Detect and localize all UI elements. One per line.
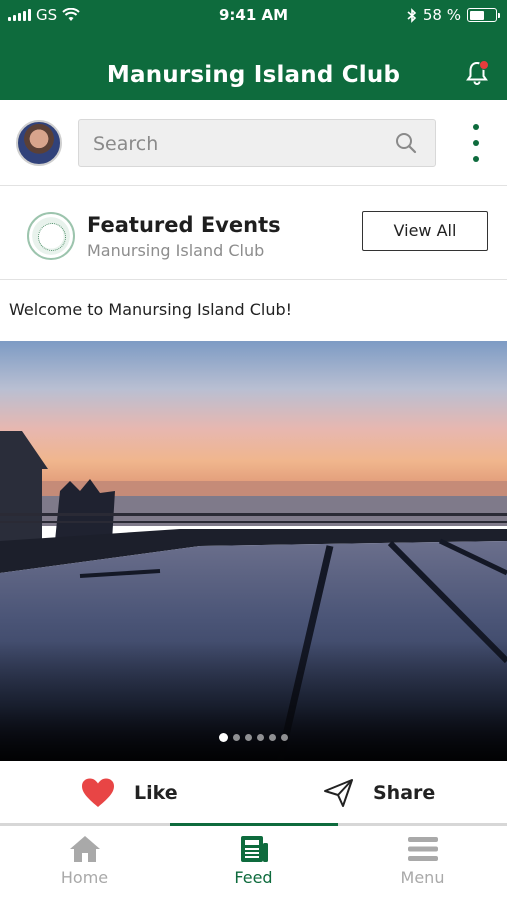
newspaper-icon (240, 836, 268, 862)
featured-title: Featured Events (87, 213, 281, 237)
notification-badge (479, 60, 489, 70)
status-bar: GS 9:41 AM 58 % (0, 0, 507, 32)
search-placeholder: Search (93, 133, 159, 155)
sunset-pool-image (0, 341, 507, 761)
search-icon[interactable] (395, 132, 417, 154)
battery-icon (467, 8, 500, 22)
carousel-dot[interactable] (281, 734, 288, 741)
post-text: Welcome to Manursing Island Club! (9, 300, 293, 319)
home-icon (69, 836, 100, 862)
featured-subtitle: Manursing Island Club (87, 241, 265, 260)
status-right: 58 % (407, 6, 500, 24)
tab-indicator (170, 823, 338, 826)
carousel-dot[interactable] (233, 734, 240, 741)
share-button[interactable]: Share (323, 777, 435, 809)
bluetooth-icon (407, 7, 417, 23)
like-button[interactable]: Like (80, 777, 178, 809)
tab-home[interactable]: Home (0, 834, 169, 898)
search-row: Search (0, 100, 507, 186)
share-label: Share (373, 782, 436, 804)
carousel-dot[interactable] (257, 734, 264, 741)
carousel-dots[interactable] (0, 733, 507, 742)
app-header: Manursing Island Club (0, 32, 507, 100)
featured-events-card: Featured Events Manursing Island Club Vi… (0, 186, 507, 280)
tab-bar: Home Feed Menu (0, 823, 507, 900)
battery-percent: 58 % (422, 6, 461, 24)
carousel-dot[interactable] (219, 733, 228, 742)
tab-feed[interactable]: Feed (169, 834, 338, 898)
carousel-dot[interactable] (269, 734, 276, 741)
carousel-dot[interactable] (245, 734, 252, 741)
post-photo[interactable] (0, 341, 507, 761)
tab-label-feed: Feed (234, 868, 273, 887)
battery-fill (469, 10, 484, 20)
heart-icon (82, 778, 114, 807)
avatar[interactable] (16, 120, 62, 166)
tab-label-menu: Menu (400, 868, 445, 887)
page-title: Manursing Island Club (106, 62, 401, 88)
tab-label-home: Home (60, 868, 109, 887)
like-label: Like (134, 782, 178, 804)
club-logo (27, 212, 75, 260)
more-options-icon[interactable] (471, 124, 481, 162)
hamburger-icon (407, 837, 438, 861)
search-input[interactable]: Search (78, 119, 436, 167)
paper-plane-icon (324, 779, 353, 807)
view-all-button[interactable]: View All (362, 211, 488, 251)
tab-menu[interactable]: Menu (338, 834, 507, 898)
post-actions: Like Share (0, 761, 507, 823)
